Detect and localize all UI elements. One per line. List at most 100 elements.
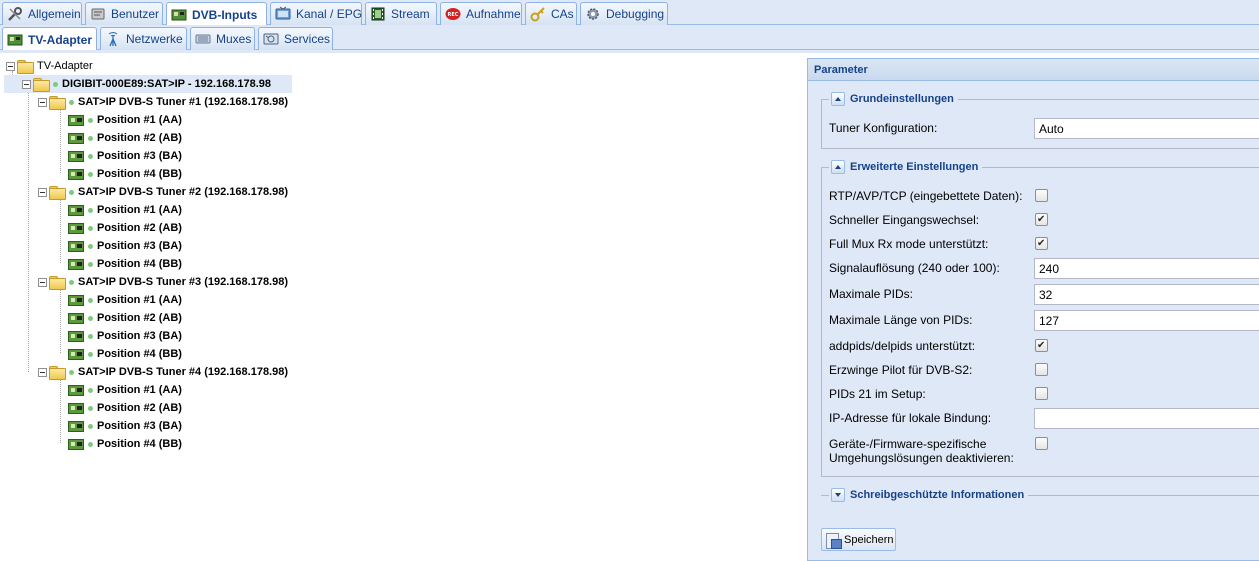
tree-node-label: Position #2 (AB) (97, 402, 182, 414)
tab-services[interactable]: Services (258, 27, 333, 50)
tree-node-label: Position #3 (BA) (97, 240, 182, 252)
fast-switch-label: Schneller Eingangswechsel: (829, 213, 980, 227)
tuner-config-select[interactable]: Auto (1034, 118, 1259, 139)
tab-label: Debugging (606, 7, 665, 21)
tree-node-position[interactable]: Position #3 (BA) (68, 417, 182, 435)
tree-node-label: Position #3 (BA) (97, 150, 182, 162)
status-dot-icon (88, 225, 93, 231)
tab-dvb-inputs[interactable]: DVB-Inputs (166, 2, 267, 26)
tree-node-position[interactable]: Position #3 (BA) (68, 327, 182, 345)
save-button-label: Speichern (844, 533, 894, 546)
force-pilot-checkbox[interactable] (1035, 363, 1048, 376)
tv-icon (275, 6, 291, 22)
pids21-label: PIDs 21 im Setup: (829, 387, 926, 401)
save-button[interactable]: Speichern (821, 528, 896, 551)
fieldset-readonly-legend[interactable]: Schreibgeschützte Informationen (829, 487, 1029, 503)
status-dot-icon (88, 207, 93, 213)
fieldset-title: Schreibgeschützte Informationen (850, 489, 1025, 501)
addpids-label: addpids/delpids unterstützt: (829, 339, 976, 353)
status-dot-icon (88, 261, 93, 267)
tab-label: CAs (551, 7, 574, 21)
fast-switch-checkbox[interactable] (1035, 213, 1048, 226)
tree-node-position[interactable]: Position #2 (AB) (68, 399, 182, 417)
tv-card-icon (68, 132, 84, 144)
tab-label: Services (284, 32, 331, 46)
save-icon (825, 532, 842, 549)
tab-label: Kanal / EPG (296, 7, 363, 21)
tab-label: Allgemein (28, 7, 81, 21)
tree-node-position[interactable]: Position #1 (AA) (68, 381, 182, 399)
collapse-icon[interactable] (6, 61, 15, 71)
tree-node-root[interactable]: TV-Adapter (6, 57, 93, 75)
tree-node-label: Position #3 (BA) (97, 330, 182, 342)
collapse-icon[interactable] (38, 367, 47, 377)
pids21-checkbox[interactable] (1035, 387, 1048, 400)
tab-tv-adapter[interactable]: TV-Adapter (2, 27, 97, 51)
status-dot-icon (88, 405, 93, 411)
tv-card-icon (68, 312, 84, 324)
tab-label: Netzwerke (126, 32, 183, 46)
status-dot-icon (88, 441, 93, 447)
tab-allgemein[interactable]: Allgemein (2, 2, 82, 25)
tree-node-position[interactable]: Position #1 (AA) (68, 291, 182, 309)
collapse-icon[interactable] (38, 97, 47, 107)
tv-card-icon (68, 402, 84, 414)
ip-bind-label: IP-Adresse für lokale Bindung: (829, 411, 992, 425)
tv-card-icon (68, 420, 84, 432)
status-dot-icon (69, 189, 74, 195)
fieldset-basic-legend[interactable]: Grundeinstellungen (829, 91, 958, 107)
tree-node-position[interactable]: Position #4 (BB) (68, 435, 182, 453)
collapse-up-icon[interactable] (831, 160, 845, 174)
max-pid-length-input[interactable]: 127 (1034, 310, 1259, 331)
collapse-up-icon[interactable] (831, 92, 845, 106)
tree-node-label: Position #1 (AA) (97, 114, 182, 126)
tree-node-label: Position #1 (AA) (97, 294, 182, 306)
rtp-checkbox[interactable] (1035, 189, 1048, 202)
tree-node-position[interactable]: Position #3 (BA) (68, 147, 182, 165)
tab-stream[interactable]: Stream (365, 2, 437, 25)
tree-node-tuner[interactable]: SAT>IP DVB-S Tuner #2 (192.168.178.98) (38, 183, 288, 201)
tv-card-icon (7, 32, 23, 48)
status-dot-icon (88, 387, 93, 393)
tree-node-label: Position #2 (AB) (97, 312, 182, 324)
tree-node-position[interactable]: Position #2 (AB) (68, 219, 182, 237)
tree-node-tuner[interactable]: SAT>IP DVB-S Tuner #3 (192.168.178.98) (38, 273, 288, 291)
collapse-icon[interactable] (38, 277, 47, 287)
workaround-checkbox[interactable] (1035, 437, 1048, 450)
tree-node-device[interactable]: DIGIBIT-000E89:SAT>IP - 192.168.178.98 (4, 75, 292, 93)
tree-node-position[interactable]: Position #1 (AA) (68, 111, 182, 129)
tree-node-position[interactable]: Position #4 (BB) (68, 165, 182, 183)
tree-node-tuner[interactable]: SAT>IP DVB-S Tuner #4 (192.168.178.98) (38, 363, 288, 381)
signal-resolution-input[interactable]: 240 (1034, 258, 1259, 279)
tab-aufnahme[interactable]: REC Aufnahme (440, 2, 522, 25)
tree-node-position[interactable]: Position #1 (AA) (68, 201, 182, 219)
tree-node-position[interactable]: Position #4 (BB) (68, 345, 182, 363)
tree-node-label: Position #1 (AA) (97, 384, 182, 396)
fieldset-advanced-legend[interactable]: Erweiterte Einstellungen (829, 159, 983, 175)
tab-netzwerke[interactable]: Netzwerke (100, 27, 187, 50)
tab-cas[interactable]: CAs (525, 2, 577, 25)
workaround-label-line2: Umgehungslösungen deaktivieren: (829, 451, 1014, 465)
tab-benutzer[interactable]: Benutzer (85, 2, 163, 25)
workaround-label-line1: Geräte-/Firmware-spezifische (829, 437, 987, 451)
addpids-checkbox[interactable] (1035, 339, 1048, 352)
max-pids-label: Maximale PIDs: (829, 287, 914, 301)
tree-node-tuner[interactable]: SAT>IP DVB-S Tuner #1 (192.168.178.98) (38, 93, 288, 111)
tree-node-position[interactable]: Position #4 (BB) (68, 255, 182, 273)
tab-debugging[interactable]: Debugging (580, 2, 668, 25)
max-pids-input[interactable]: 32 (1034, 284, 1259, 305)
tab-kanal-epg[interactable]: Kanal / EPG (270, 2, 362, 25)
collapse-icon[interactable] (22, 79, 31, 89)
tree-node-position[interactable]: Position #2 (AB) (68, 129, 182, 147)
tv-card-icon (68, 384, 84, 396)
ip-bind-input[interactable] (1034, 408, 1259, 429)
tree-node-position[interactable]: Position #2 (AB) (68, 309, 182, 327)
tab-label: Stream (391, 7, 430, 21)
tv-card-icon (68, 204, 84, 216)
collapse-icon[interactable] (38, 187, 47, 197)
toolbar-strip (0, 50, 1259, 53)
expand-down-icon[interactable] (831, 488, 845, 502)
full-mux-checkbox[interactable] (1035, 237, 1048, 250)
tab-muxes[interactable]: Muxes (190, 27, 255, 50)
tree-node-position[interactable]: Position #3 (BA) (68, 237, 182, 255)
